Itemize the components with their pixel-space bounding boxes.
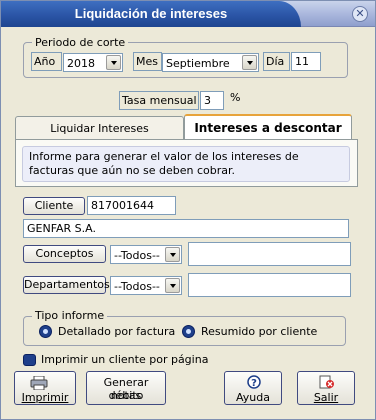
tab-info-text: Informe para generar el valor de los int… xyxy=(22,146,350,182)
generar-notas-label-line2: débito xyxy=(108,389,144,402)
imprimir-cliente-checkbox[interactable] xyxy=(23,354,36,366)
chevron-down-icon[interactable] xyxy=(106,55,121,70)
mes-select[interactable]: Septiembre xyxy=(162,53,259,72)
close-icon[interactable]: ✕ xyxy=(352,6,368,22)
printer-icon xyxy=(30,376,48,390)
dia-input[interactable]: 11 xyxy=(291,52,321,71)
salir-button[interactable]: Salir xyxy=(297,371,355,405)
radio-detallado-label[interactable]: Detallado por factura xyxy=(58,325,175,338)
radio-detallado[interactable] xyxy=(39,325,52,338)
ano-label: Año xyxy=(31,52,62,71)
conceptos-select[interactable]: --Todos-- xyxy=(110,245,182,264)
tasa-label: Tasa mensual xyxy=(119,91,199,110)
imprimir-label: Imprimir xyxy=(21,391,69,404)
cliente-code-input[interactable]: 817001644 xyxy=(87,196,176,215)
departamentos-text-input[interactable] xyxy=(188,273,351,297)
title-bar[interactable]: Liquidación de intereses ✕ xyxy=(1,1,375,27)
ano-value: 2018 xyxy=(67,57,95,70)
departamentos-value: --Todos-- xyxy=(114,280,160,293)
tasa-input[interactable]: 3 xyxy=(200,91,224,110)
generar-notas-button[interactable]: Generar notas débito xyxy=(86,371,166,405)
chevron-down-icon[interactable] xyxy=(165,247,180,262)
mes-value: Septiembre xyxy=(166,57,230,70)
mes-label: Mes xyxy=(133,52,162,71)
cliente-button[interactable]: Cliente xyxy=(23,197,85,215)
cliente-name-input[interactable]: GENFAR S.A. xyxy=(23,219,349,238)
tab-liquidar-intereses[interactable]: Liquidar Intereses xyxy=(15,116,184,140)
departamentos-select[interactable]: --Todos-- xyxy=(110,276,182,295)
ano-select[interactable]: 2018 xyxy=(63,53,123,72)
imprimir-cliente-label[interactable]: Imprimir un cliente por página xyxy=(41,353,208,366)
salir-label: Salir xyxy=(313,391,339,404)
ayuda-button[interactable]: ? Ayuda xyxy=(224,371,282,405)
help-icon: ? xyxy=(247,375,261,389)
radio-resumido-label[interactable]: Resumido por cliente xyxy=(201,325,317,338)
dialog-window: Liquidación de intereses ✕ Periodo de co… xyxy=(0,0,376,420)
exit-icon xyxy=(319,375,334,389)
ayuda-label: Ayuda xyxy=(236,391,270,404)
svg-text:?: ? xyxy=(251,378,257,389)
imprimir-button[interactable]: Imprimir xyxy=(14,371,76,405)
tasa-unit: % xyxy=(230,91,241,104)
tab-intereses-descontar[interactable]: Intereses a descontar xyxy=(184,114,352,140)
conceptos-button[interactable]: Conceptos xyxy=(23,245,106,263)
tipo-informe-label: Tipo informe xyxy=(32,309,108,322)
periodo-group-label: Periodo de corte xyxy=(32,36,129,49)
tab-strip: Liquidar Intereses Intereses a descontar xyxy=(15,114,358,140)
tab-panel: Informe para generar el valor de los int… xyxy=(15,139,358,187)
chevron-down-icon[interactable] xyxy=(165,278,180,293)
dia-label: Día xyxy=(263,52,290,71)
departamentos-button[interactable]: Departamentos xyxy=(23,276,110,294)
radio-resumido[interactable] xyxy=(182,325,195,338)
conceptos-text-input[interactable] xyxy=(188,242,351,266)
conceptos-value: --Todos-- xyxy=(114,249,160,262)
chevron-down-icon[interactable] xyxy=(242,55,257,70)
window-title: Liquidación de intereses xyxy=(74,6,228,21)
